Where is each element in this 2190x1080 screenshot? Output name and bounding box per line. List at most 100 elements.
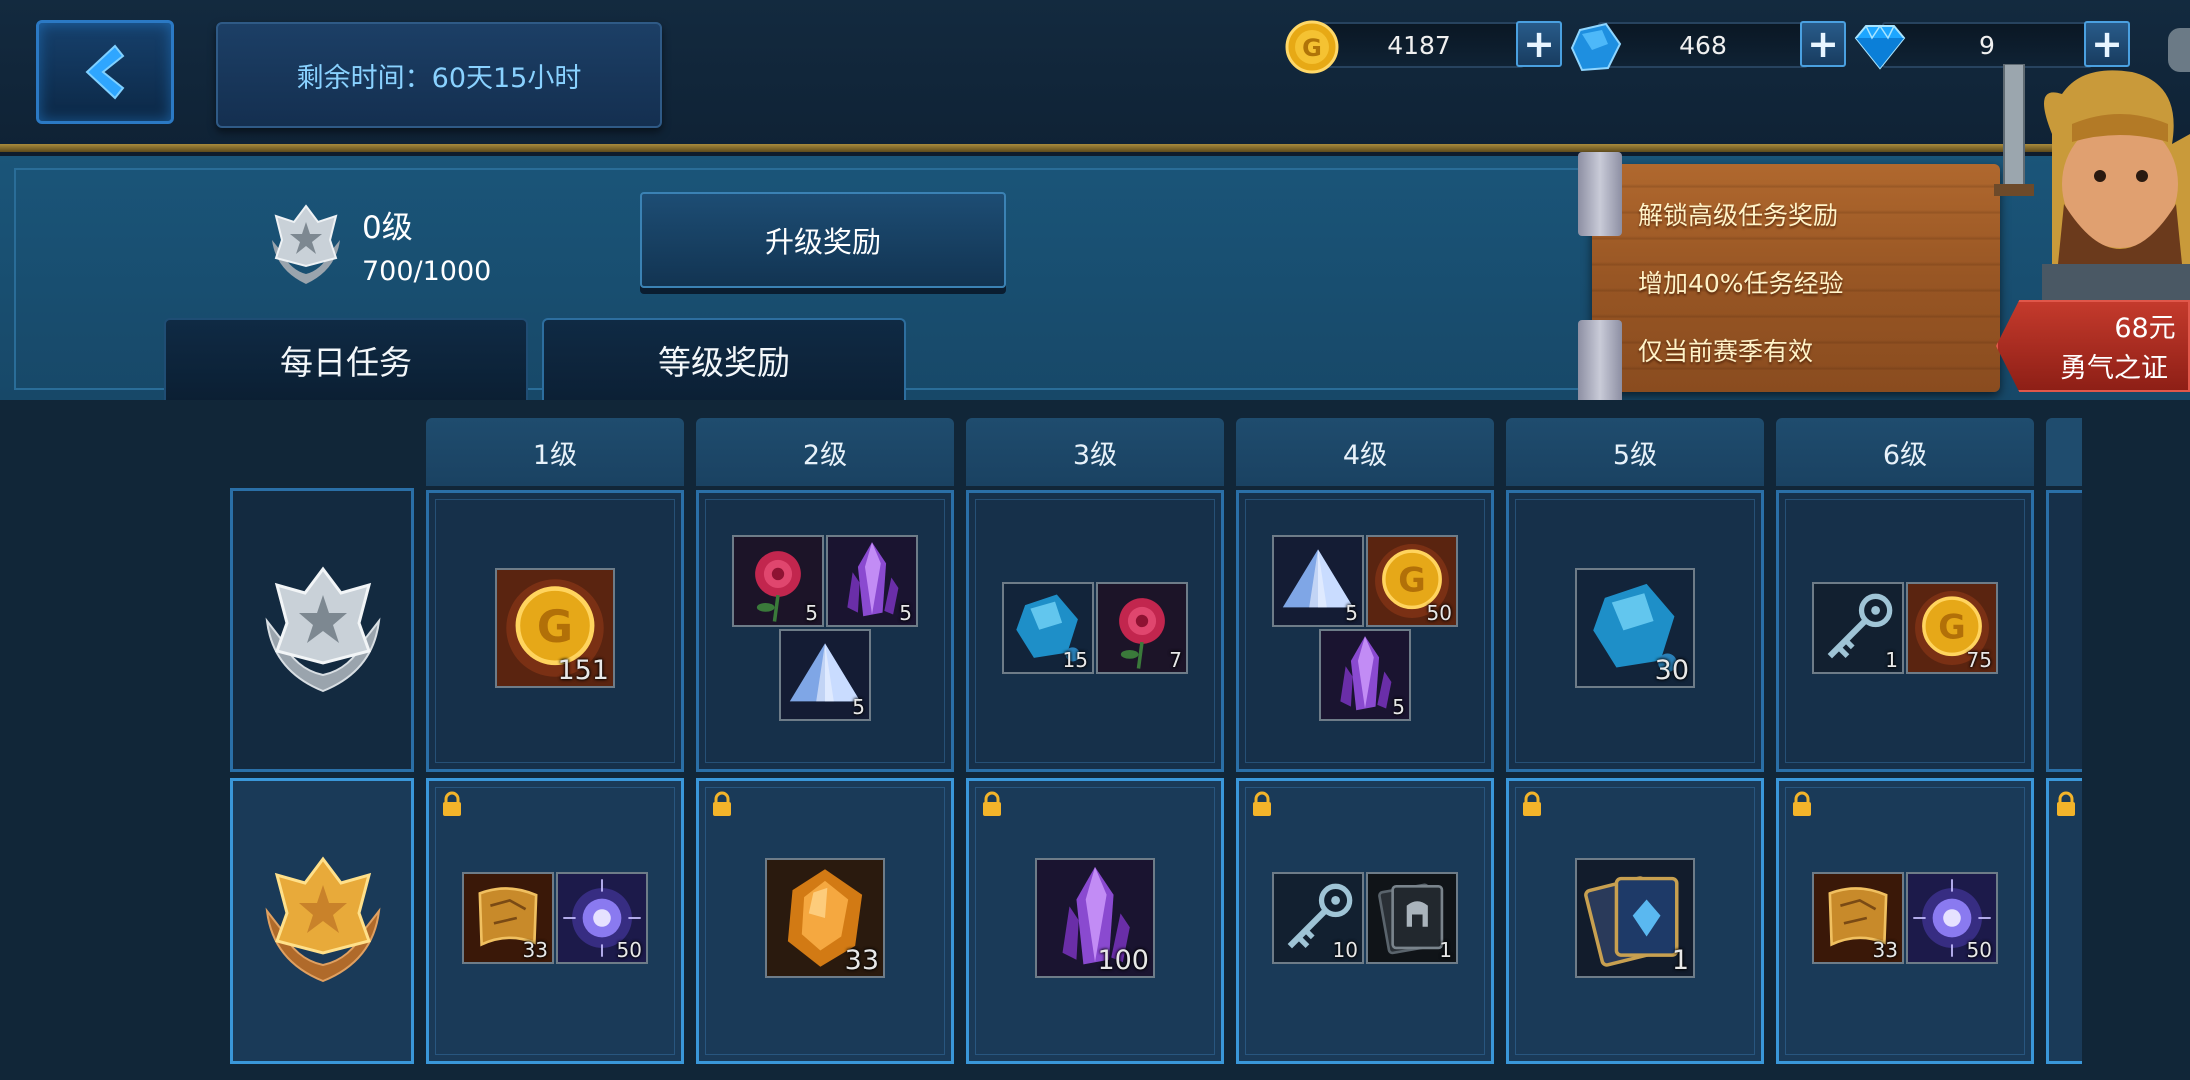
back-button[interactable]	[36, 20, 174, 124]
level-7-free-cell[interactable]	[2046, 490, 2082, 772]
reward-item[interactable]: 30	[1575, 568, 1695, 688]
scroll-map-icon	[464, 874, 552, 962]
rose-icon	[734, 537, 822, 625]
diamond-currency: 9 +	[1852, 20, 2130, 70]
level-header: 5级	[1506, 418, 1764, 486]
free-reward-cell[interactable]: 5 G 50 5	[1236, 490, 1494, 772]
tab-daily-tasks[interactable]: 每日任务	[164, 318, 528, 400]
reward-item[interactable]: 10	[1272, 872, 1364, 964]
reward-quantity: 1	[1885, 648, 1898, 672]
reward-item[interactable]: 100	[1035, 858, 1155, 978]
add-gold-button[interactable]: +	[1516, 21, 1562, 67]
blue-ore-icon	[1577, 570, 1693, 686]
level-header: 2级	[696, 418, 954, 486]
season-timer: 剩余时间：60天15小时	[216, 22, 662, 128]
premium-reward-cell[interactable]: 33 50	[1776, 778, 2034, 1064]
sign-bracket-bottom	[1578, 320, 1622, 404]
lock-icon	[1523, 791, 1541, 816]
blue-crystal-icon	[1570, 22, 1622, 72]
reward-quantity: 1	[1671, 945, 1689, 976]
gold-coin-icon: G	[1285, 20, 1339, 74]
svg-text:G: G	[1398, 561, 1425, 600]
add-diamond-button[interactable]: +	[2084, 21, 2130, 67]
level-header: 6级	[1776, 418, 2034, 486]
reward-item[interactable]: G 151	[495, 568, 615, 688]
reward-item[interactable]: G 50	[1366, 535, 1458, 627]
reward-item[interactable]: 15	[1002, 582, 1094, 674]
reward-quantity: 50	[1966, 938, 1992, 962]
key-icon	[1274, 874, 1362, 962]
premium-reward-cell[interactable]: 10 1	[1236, 778, 1494, 1064]
lock-icon	[713, 791, 731, 816]
reward-item[interactable]: 5	[826, 535, 918, 627]
reward-item[interactable]: 5	[732, 535, 824, 627]
reward-quantity: 5	[805, 601, 818, 625]
premium-reward-cell[interactable]: 33	[696, 778, 954, 1064]
reward-item[interactable]: 33	[462, 872, 554, 964]
reward-item[interactable]: 5	[1319, 629, 1411, 721]
reward-item[interactable]: 1	[1575, 858, 1695, 978]
free-reward-cell[interactable]: G 151	[426, 490, 684, 772]
reward-item[interactable]: 7	[1096, 582, 1188, 674]
reward-quantity: 30	[1654, 655, 1689, 686]
free-reward-cell[interactable]: 15 7	[966, 490, 1224, 772]
helmet-card-icon	[1368, 874, 1456, 962]
gold-coin-icon: G	[497, 570, 613, 686]
premium-reward-cell[interactable]: 100	[966, 778, 1224, 1064]
lock-icon	[983, 791, 1001, 816]
level-7-header	[2046, 418, 2082, 486]
reward-quantity: 1	[1439, 938, 1452, 962]
promo-line-3: 仅当前赛季有效	[1638, 337, 1814, 366]
rank-level: 0级	[362, 210, 413, 246]
premium-reward-cell[interactable]: 33 50	[426, 778, 684, 1064]
magic-orb-icon	[558, 874, 646, 962]
level-header: 1级	[426, 418, 684, 486]
svg-text:G: G	[1302, 34, 1322, 62]
free-tier-cell	[230, 488, 414, 772]
lock-icon	[1253, 791, 1271, 816]
add-crystal-button[interactable]: +	[1800, 21, 1846, 67]
tab-level-rewards[interactable]: 等级奖励	[542, 318, 906, 400]
reward-item[interactable]: 1	[1812, 582, 1904, 674]
pass-name: 勇气之证	[2060, 353, 2168, 384]
amber-gem-icon	[767, 860, 883, 976]
rose-icon	[1098, 584, 1186, 672]
promo-line-1: 解锁高级任务奖励	[1638, 201, 1839, 230]
lock-icon	[1793, 791, 1811, 816]
level-7-premium-cell[interactable]	[2046, 778, 2082, 1064]
reward-item[interactable]: G 75	[1906, 582, 1998, 674]
silver-rank-icon	[265, 566, 381, 693]
gold-amount: 4187	[1314, 22, 1524, 68]
reward-quantity: 50	[616, 938, 642, 962]
promo-line-2: 增加40%任务经验	[1638, 269, 1844, 298]
reward-item[interactable]: 33	[765, 858, 885, 978]
reward-quantity: 5	[899, 601, 912, 625]
gold-coin-icon: G	[1908, 584, 1996, 672]
free-reward-cell[interactable]: 1 G 75	[1776, 490, 2034, 772]
reward-item[interactable]: 5	[779, 629, 871, 721]
reward-quantity: 50	[1426, 601, 1452, 625]
reward-quantity: 33	[844, 945, 879, 976]
back-arrow-icon	[85, 44, 125, 100]
premium-reward-cell[interactable]: 1	[1506, 778, 1764, 1064]
purple-crystal-icon	[1321, 631, 1409, 719]
diamond-amount: 9	[1882, 22, 2092, 68]
ice-pyramid-icon	[1274, 537, 1362, 625]
gold-currency: 4187 G +	[1284, 20, 1562, 74]
reward-item[interactable]: 50	[556, 872, 648, 964]
lock-icon	[2057, 791, 2075, 816]
reward-item[interactable]: 33	[1812, 872, 1904, 964]
rank-xp: 700/1000	[362, 256, 492, 287]
gold-coin-icon: G	[1368, 537, 1456, 625]
upgrade-rewards-button[interactable]: 升级奖励	[640, 192, 1006, 288]
reward-item[interactable]: 5	[1272, 535, 1364, 627]
crystal-amount: 468	[1598, 22, 1808, 68]
svg-text:G: G	[1938, 608, 1965, 647]
reward-quantity: 100	[1097, 945, 1149, 976]
reward-quantity: 5	[1392, 695, 1405, 719]
reward-item[interactable]: 1	[1366, 872, 1458, 964]
free-reward-cell[interactable]: 30	[1506, 490, 1764, 772]
free-reward-cell[interactable]: 5 5 5	[696, 490, 954, 772]
level-header: 3级	[966, 418, 1224, 486]
reward-item[interactable]: 50	[1906, 872, 1998, 964]
